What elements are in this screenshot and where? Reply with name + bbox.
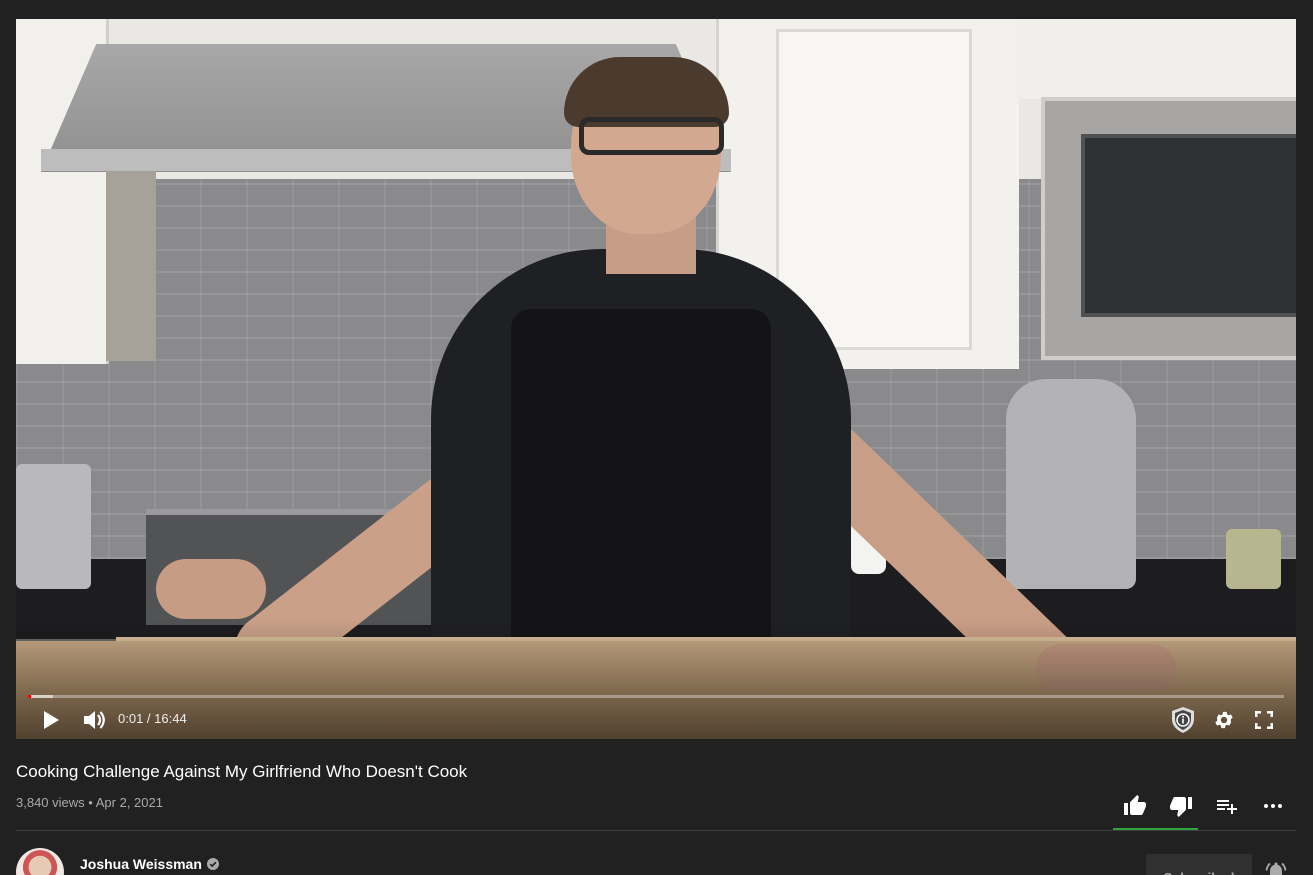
settings-button[interactable]	[1209, 707, 1239, 733]
video-title: Cooking Challenge Against My Girlfriend …	[16, 762, 468, 781]
time-display: 0:01 / 16:44	[118, 711, 187, 727]
channel-avatar[interactable]	[16, 848, 64, 875]
more-icon	[1264, 804, 1282, 808]
save-to-playlist-button[interactable]	[1204, 788, 1250, 824]
video-page: 0:01 / 16:44 Cooking Challenge Against M…	[0, 0, 1313, 875]
like-button[interactable]	[1112, 788, 1158, 824]
add-to-playlist-icon	[1217, 800, 1237, 814]
fullscreen-icon	[1255, 711, 1273, 729]
gear-icon	[1215, 711, 1233, 729]
time-separator: /	[143, 711, 155, 726]
volume-button[interactable]	[79, 707, 109, 733]
video-player[interactable]: 0:01 / 16:44	[16, 19, 1296, 739]
publish-date: Apr 2, 2021	[95, 795, 163, 810]
play-button[interactable]	[36, 707, 66, 733]
fullscreen-button[interactable]	[1249, 707, 1279, 733]
notification-bell-button[interactable]	[1264, 860, 1288, 875]
subscribe-button[interactable]: Subscribed	[1146, 854, 1252, 875]
divider	[16, 830, 1296, 831]
channel-name[interactable]: Joshua Weissman	[80, 856, 202, 872]
controls-gradient	[16, 619, 1296, 739]
video-actions	[1112, 788, 1296, 824]
duration: 16:44	[154, 711, 187, 726]
shield-info-icon	[1172, 707, 1194, 733]
play-icon	[44, 711, 59, 729]
thumbs-up-icon	[1124, 795, 1146, 815]
extension-button[interactable]	[1168, 706, 1198, 734]
bell-icon	[1265, 862, 1287, 875]
progress-buffered	[28, 695, 54, 698]
dislike-button[interactable]	[1158, 788, 1204, 824]
view-count: 3,840 views	[16, 795, 85, 810]
volume-icon	[84, 711, 105, 729]
video-meta: 3,840 views • Apr 2, 2021	[16, 795, 163, 811]
progress-bar[interactable]	[28, 695, 1284, 698]
thumbs-down-icon	[1170, 797, 1192, 817]
current-time: 0:01	[118, 711, 144, 726]
verified-icon	[206, 858, 219, 870]
meta-dot: •	[88, 795, 93, 810]
progress-played	[28, 695, 31, 698]
more-actions-button[interactable]	[1250, 788, 1296, 824]
channel-name-row[interactable]: Joshua Weissman	[80, 856, 219, 872]
